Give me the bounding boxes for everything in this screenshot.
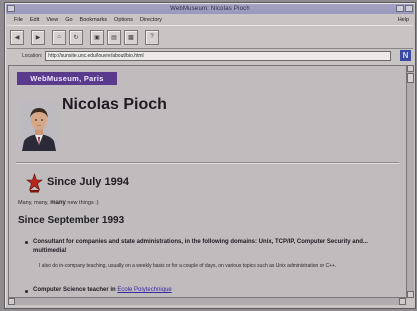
menu-options[interactable]: Options	[114, 17, 133, 23]
menu-edit[interactable]: Edit	[30, 17, 39, 23]
scroll-right-button[interactable]	[399, 298, 406, 305]
list-item-consultant: Consultant for companies and state admin…	[33, 239, 368, 254]
home-icon: ⌂	[57, 34, 61, 40]
menu-file[interactable]: File	[14, 17, 23, 23]
print-button[interactable]: ▩	[124, 29, 138, 45]
menu-bar: File Edit View Go Bookmarks Options Dire…	[7, 15, 413, 24]
images-button[interactable]: ▣	[90, 29, 104, 45]
divider	[16, 162, 399, 164]
open-icon: ▤	[111, 34, 117, 41]
window-title: WebMuseum: Nicolas Pioch	[170, 6, 250, 12]
page-title: Nicolas Pioch	[62, 96, 167, 113]
star-figure-icon	[26, 173, 43, 193]
scroll-up-button[interactable]	[407, 65, 414, 72]
bullet-icon	[25, 241, 28, 244]
title-bar: WebMuseum: Nicolas Pioch	[6, 4, 414, 14]
horizontal-scrollbar[interactable]	[8, 297, 406, 305]
location-bar: Location: http://sunsite.unc.edu/louvre/…	[7, 49, 413, 63]
reload-icon: ↻	[73, 34, 79, 41]
forward-button[interactable]: ▶	[31, 29, 45, 45]
system-menu-button[interactable]	[7, 5, 15, 12]
browser-window: WebMuseum: Nicolas Pioch File Edit View …	[4, 2, 416, 309]
page-content: WebMuseum, Paris Nicolas Pioch Since Jul…	[8, 65, 407, 298]
forward-icon: ▶	[35, 34, 41, 41]
menu-view[interactable]: View	[46, 17, 58, 23]
scroll-down-button[interactable]	[407, 291, 414, 298]
menu-directory[interactable]: Directory	[140, 17, 162, 23]
toolbar: ◀ ▶ ⌂ ↻ ▣ ▤ ▩ ?	[7, 25, 413, 49]
open-button[interactable]: ▤	[107, 29, 121, 45]
image-icon: ▣	[94, 34, 100, 41]
bullet-icon	[25, 290, 28, 293]
netscape-logo-icon: N	[400, 50, 411, 61]
list-item-teacher: Computer Science teacher in Ecole Polyte…	[33, 287, 172, 293]
webmuseum-banner[interactable]: WebMuseum, Paris	[17, 72, 117, 85]
news-text: Many, many, many new things :)	[18, 200, 99, 206]
heading-since-july-1994: Since July 1994	[47, 176, 129, 188]
home-button[interactable]: ⌂	[52, 29, 66, 45]
find-button[interactable]: ?	[145, 29, 159, 45]
reload-button[interactable]: ↻	[69, 29, 83, 45]
print-icon: ▩	[128, 34, 134, 41]
teacher-text: Computer Science teacher in	[33, 287, 116, 293]
back-icon: ◀	[14, 34, 20, 41]
scroll-thumb[interactable]	[407, 73, 414, 83]
vertical-scrollbar[interactable]	[406, 65, 414, 298]
menu-help[interactable]: Help	[398, 17, 409, 23]
portrait-photo	[20, 101, 58, 151]
back-button[interactable]: ◀	[10, 29, 24, 45]
news-suffix: new things :)	[67, 200, 99, 206]
find-icon: ?	[150, 34, 154, 40]
ecole-polytechnique-link[interactable]: Ecole Polytechnique	[117, 287, 171, 293]
news-emphasis: many	[50, 200, 66, 206]
location-input[interactable]: http://sunsite.unc.edu/louvre/about/bio.…	[45, 51, 392, 61]
list-item-consultant-detail: I also do in-company teaching, usually o…	[39, 263, 337, 269]
heading-since-september-1993: Since September 1993	[18, 215, 125, 226]
news-prefix: Many, many,	[18, 200, 49, 206]
minimize-button[interactable]	[396, 5, 404, 12]
scroll-left-button[interactable]	[8, 298, 15, 305]
menu-bookmarks[interactable]: Bookmarks	[80, 17, 108, 23]
location-label: Location:	[22, 53, 43, 59]
maximize-button[interactable]	[405, 5, 413, 12]
menu-go[interactable]: Go	[65, 17, 72, 23]
